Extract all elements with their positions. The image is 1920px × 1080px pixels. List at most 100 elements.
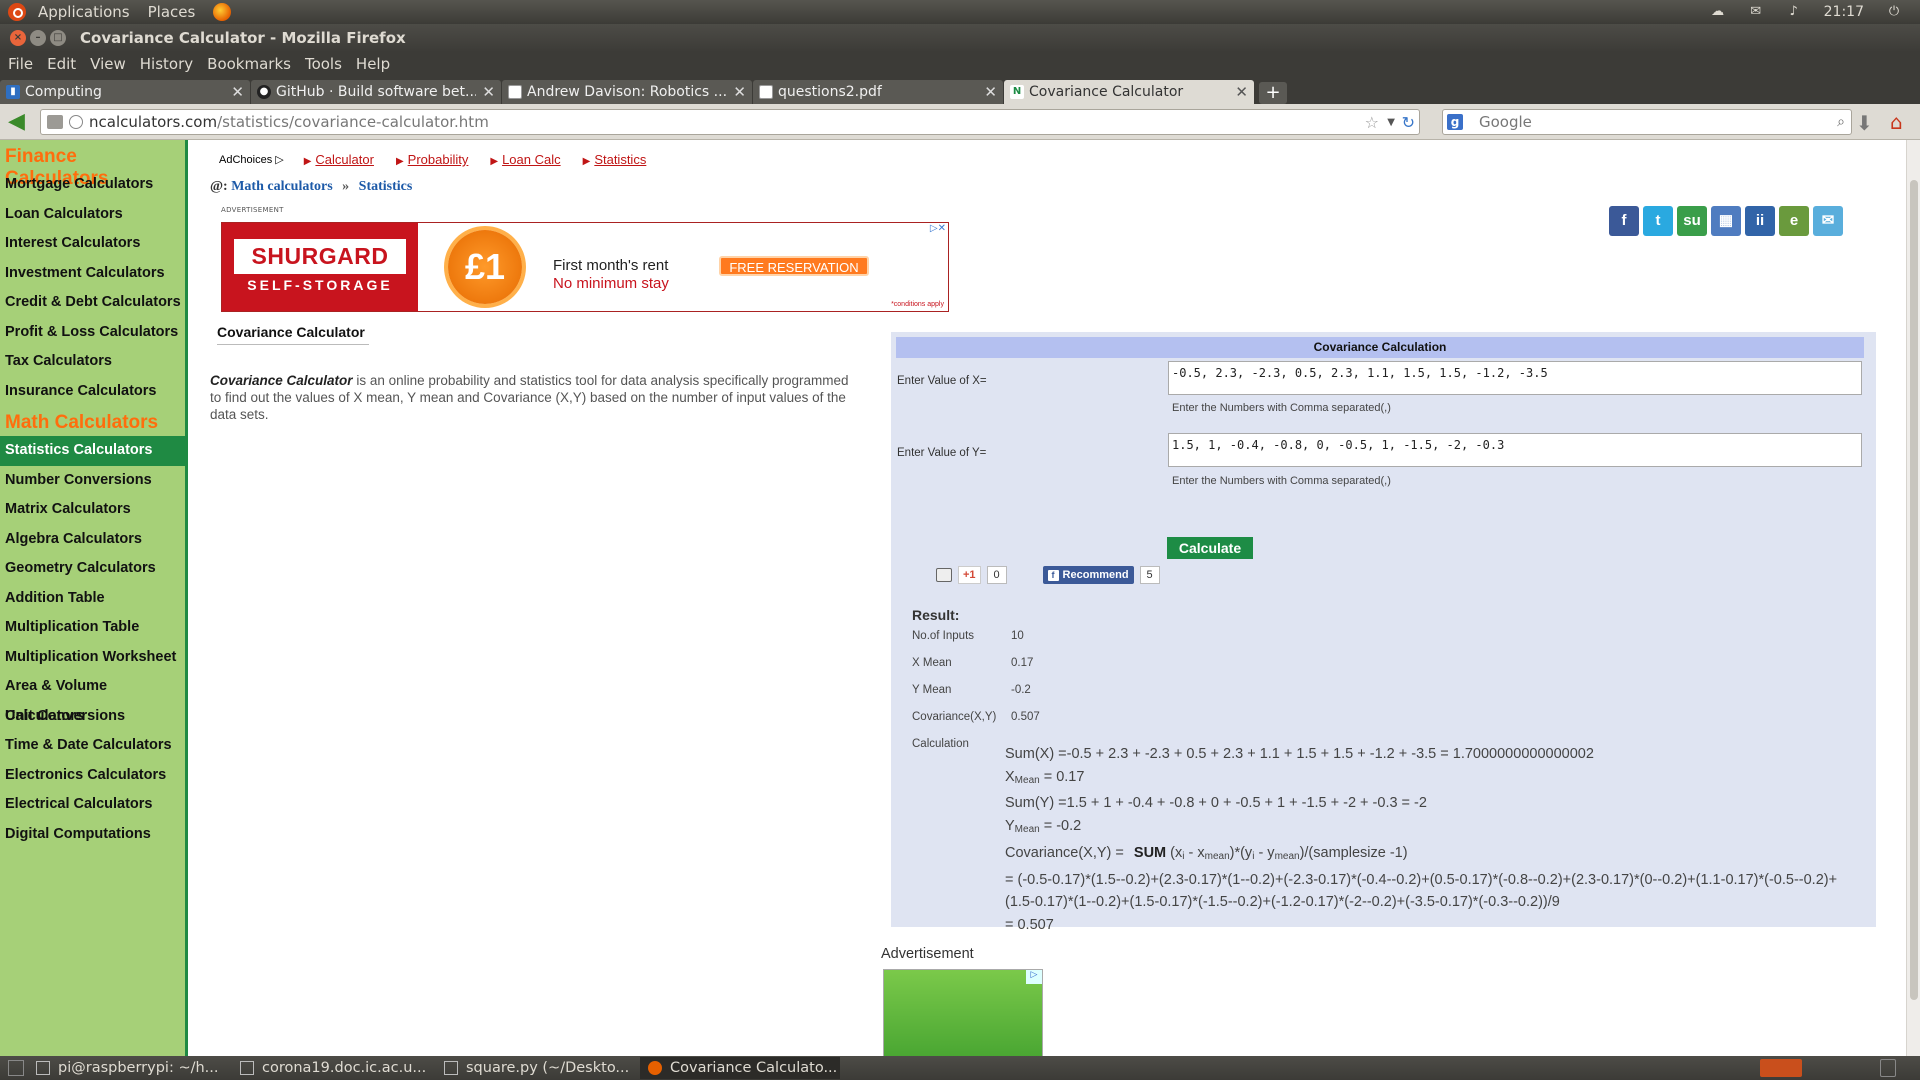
sidebar-item-addition-table[interactable]: Addition Table xyxy=(0,584,185,614)
messaging-icon[interactable]: ✉ xyxy=(1748,5,1764,19)
vertical-scrollbar[interactable] xyxy=(1906,140,1920,1056)
maximize-window-button[interactable]: □ xyxy=(50,30,66,46)
menu-help[interactable]: Help xyxy=(356,55,390,73)
sidebar-item-electrical[interactable]: Electrical Calculators xyxy=(0,790,185,820)
sidebar-item-tax[interactable]: Tax Calculators xyxy=(0,347,185,377)
sidebar-item-unit-conversions[interactable]: Unit Conversions xyxy=(0,702,185,732)
home-icon[interactable]: ⌂ xyxy=(1890,110,1903,134)
show-desktop-icon[interactable] xyxy=(8,1060,24,1076)
adchoices-link[interactable]: AdChoices ▷ xyxy=(219,153,284,166)
sidebar-item-multiplication-table[interactable]: Multiplication Table xyxy=(0,613,185,643)
sidebar-item-insurance[interactable]: Insurance Calculators xyxy=(0,377,185,407)
sidebar-heading-math[interactable]: Math Calculators xyxy=(0,406,185,436)
delicious-icon[interactable]: ▦ xyxy=(1711,206,1741,236)
breadcrumb-statistics[interactable]: Statistics xyxy=(359,179,413,194)
adlink-calculator[interactable]: ▶ Calculator xyxy=(304,152,374,167)
x-value-input[interactable]: -0.5, 2.3, -2.3, 0.5, 2.3, 1.1, 1.5, 1.5… xyxy=(1168,361,1862,395)
sidebar-item-number-conversions[interactable]: Number Conversions xyxy=(0,466,185,496)
menu-file[interactable]: File xyxy=(8,55,33,73)
sidebar-item-loan[interactable]: Loan Calculators xyxy=(0,200,185,230)
close-icon[interactable]: ✕ xyxy=(733,83,746,101)
ubuntu-logo-icon[interactable] xyxy=(8,3,26,21)
places-menu[interactable]: Places xyxy=(148,3,196,21)
google-engine-icon[interactable]: g xyxy=(1447,114,1463,130)
tab-questions2[interactable]: questions2.pdf ✕ xyxy=(753,80,1003,104)
applications-menu[interactable]: Applications xyxy=(38,3,130,21)
tab-github[interactable]: ● GitHub · Build software bet... ✕ xyxy=(251,80,501,104)
advertisement-box[interactable]: ▷ xyxy=(883,969,1043,1056)
search-bar[interactable]: g Google ⌕ xyxy=(1442,109,1852,135)
sidebar-item-algebra[interactable]: Algebra Calculators xyxy=(0,525,185,555)
menu-view[interactable]: View xyxy=(90,55,126,73)
sidebar-item-credit-debt[interactable]: Credit & Debt Calculators xyxy=(0,288,185,318)
y-value-input[interactable]: 1.5, 1, -0.4, -0.8, 0, -0.5, 1, -1.5, -2… xyxy=(1168,433,1862,467)
facebook-icon[interactable]: f xyxy=(1609,206,1639,236)
sidebar-item-profit-loss[interactable]: Profit & Loss Calculators xyxy=(0,318,185,348)
sidebar-item-mortgage[interactable]: Mortgage Calculators xyxy=(0,170,185,200)
menu-edit[interactable]: Edit xyxy=(47,55,76,73)
ad-info-icon[interactable]: ▷ xyxy=(1026,970,1042,984)
scrollbar-thumb[interactable] xyxy=(1910,180,1918,1000)
banner-cta-button[interactable]: FREE RESERVATION xyxy=(719,256,869,276)
back-arrow-icon[interactable]: ◀ xyxy=(8,109,25,134)
close-icon[interactable]: ✕ xyxy=(984,83,997,101)
sidebar-item-multiplication-worksheet[interactable]: Multiplication Worksheet xyxy=(0,643,185,673)
menu-tools[interactable]: Tools xyxy=(305,55,342,73)
calculate-button[interactable]: Calculate xyxy=(1167,537,1253,559)
google-plus-button[interactable]: +1 xyxy=(958,566,981,584)
bookmark-star-icon[interactable]: ☆ xyxy=(1365,113,1379,132)
breadcrumb-math-calculators[interactable]: Math calculators xyxy=(231,179,332,194)
sidebar-item-electronics[interactable]: Electronics Calculators xyxy=(0,761,185,791)
close-icon[interactable]: ✕ xyxy=(231,83,244,101)
search-go-icon[interactable]: ⌕ xyxy=(1837,114,1845,130)
tab-computing[interactable]: ▮ Computing ✕ xyxy=(0,80,250,104)
minimize-window-button[interactable]: – xyxy=(30,30,46,46)
url-dropdown-icon[interactable]: ▼ xyxy=(1387,117,1395,128)
menu-bookmarks[interactable]: Bookmarks xyxy=(207,55,291,73)
search-input[interactable]: Google xyxy=(1479,113,1532,131)
task-terminal[interactable]: pi@raspberrypi: ~/h... xyxy=(28,1057,228,1079)
sidebar-item-investment[interactable]: Investment Calculators xyxy=(0,259,185,289)
menu-history[interactable]: History xyxy=(140,55,193,73)
sidebar-item-time-date[interactable]: Time & Date Calculators xyxy=(0,731,185,761)
trash-icon[interactable] xyxy=(1880,1059,1896,1077)
adlink-probability[interactable]: ▶ Probability xyxy=(396,152,468,167)
reload-icon[interactable]: ↻ xyxy=(1402,113,1415,132)
close-icon[interactable]: ✕ xyxy=(482,83,495,101)
tab-andrew-davison[interactable]: Andrew Davison: Robotics ... ✕ xyxy=(502,80,752,104)
evernote-icon[interactable]: e xyxy=(1779,206,1809,236)
site-identity-icon[interactable] xyxy=(47,115,63,129)
sidebar-item-geometry[interactable]: Geometry Calculators xyxy=(0,554,185,584)
sidebar-item-digital[interactable]: Digital Computations xyxy=(0,820,185,850)
tab-covariance-calculator[interactable]: N Covariance Calculator ✕ xyxy=(1004,80,1254,104)
twitter-icon[interactable]: t xyxy=(1643,206,1673,236)
sidebar-item-statistics[interactable]: Statistics Calculators xyxy=(0,436,185,466)
stumbleupon-icon[interactable]: su xyxy=(1677,206,1707,236)
sidebar-item-interest[interactable]: Interest Calculators xyxy=(0,229,185,259)
adlink-loan-calc[interactable]: ▶ Loan Calc xyxy=(490,152,560,167)
new-tab-button[interactable]: + xyxy=(1259,82,1287,104)
print-icon[interactable] xyxy=(936,568,952,582)
ad-close-icon[interactable]: ▷✕ xyxy=(920,223,948,237)
clock[interactable]: 21:17 xyxy=(1824,4,1864,20)
workspace-switcher[interactable] xyxy=(1760,1059,1802,1077)
banner-ad[interactable]: SHURGARD SELF-STORAGE £1 First month's r… xyxy=(221,222,949,312)
close-icon[interactable]: ✕ xyxy=(1235,83,1248,101)
url-bar[interactable]: ncalculators.com/statistics/covariance-c… xyxy=(40,109,1420,135)
firefox-launcher-icon[interactable] xyxy=(213,3,232,21)
sidebar-item-area-volume[interactable]: Area & Volume Calculators xyxy=(0,672,185,724)
network-icon[interactable]: ☁ xyxy=(1710,5,1726,19)
task-corona19[interactable]: corona19.doc.ic.ac.u... xyxy=(232,1057,432,1079)
download-arrow-icon[interactable]: ⬇ xyxy=(1856,111,1873,135)
digg-icon[interactable]: ii xyxy=(1745,206,1775,236)
facebook-recommend-button[interactable]: f Recommend xyxy=(1042,566,1134,584)
bookmark-icon[interactable]: ✉ xyxy=(1813,206,1843,236)
adlink-statistics[interactable]: ▶ Statistics xyxy=(583,152,647,167)
volume-icon[interactable]: ♪ xyxy=(1786,5,1802,19)
task-square-py[interactable]: square.py (~/Deskto... xyxy=(436,1057,636,1079)
close-window-button[interactable]: × xyxy=(10,30,26,46)
power-icon[interactable]: ⏻ xyxy=(1886,5,1902,19)
task-firefox[interactable]: Covariance Calculato... xyxy=(640,1057,840,1079)
sidebar-heading-finance[interactable]: Finance Calculators xyxy=(0,140,185,189)
sidebar-item-matrix[interactable]: Matrix Calculators xyxy=(0,495,185,525)
